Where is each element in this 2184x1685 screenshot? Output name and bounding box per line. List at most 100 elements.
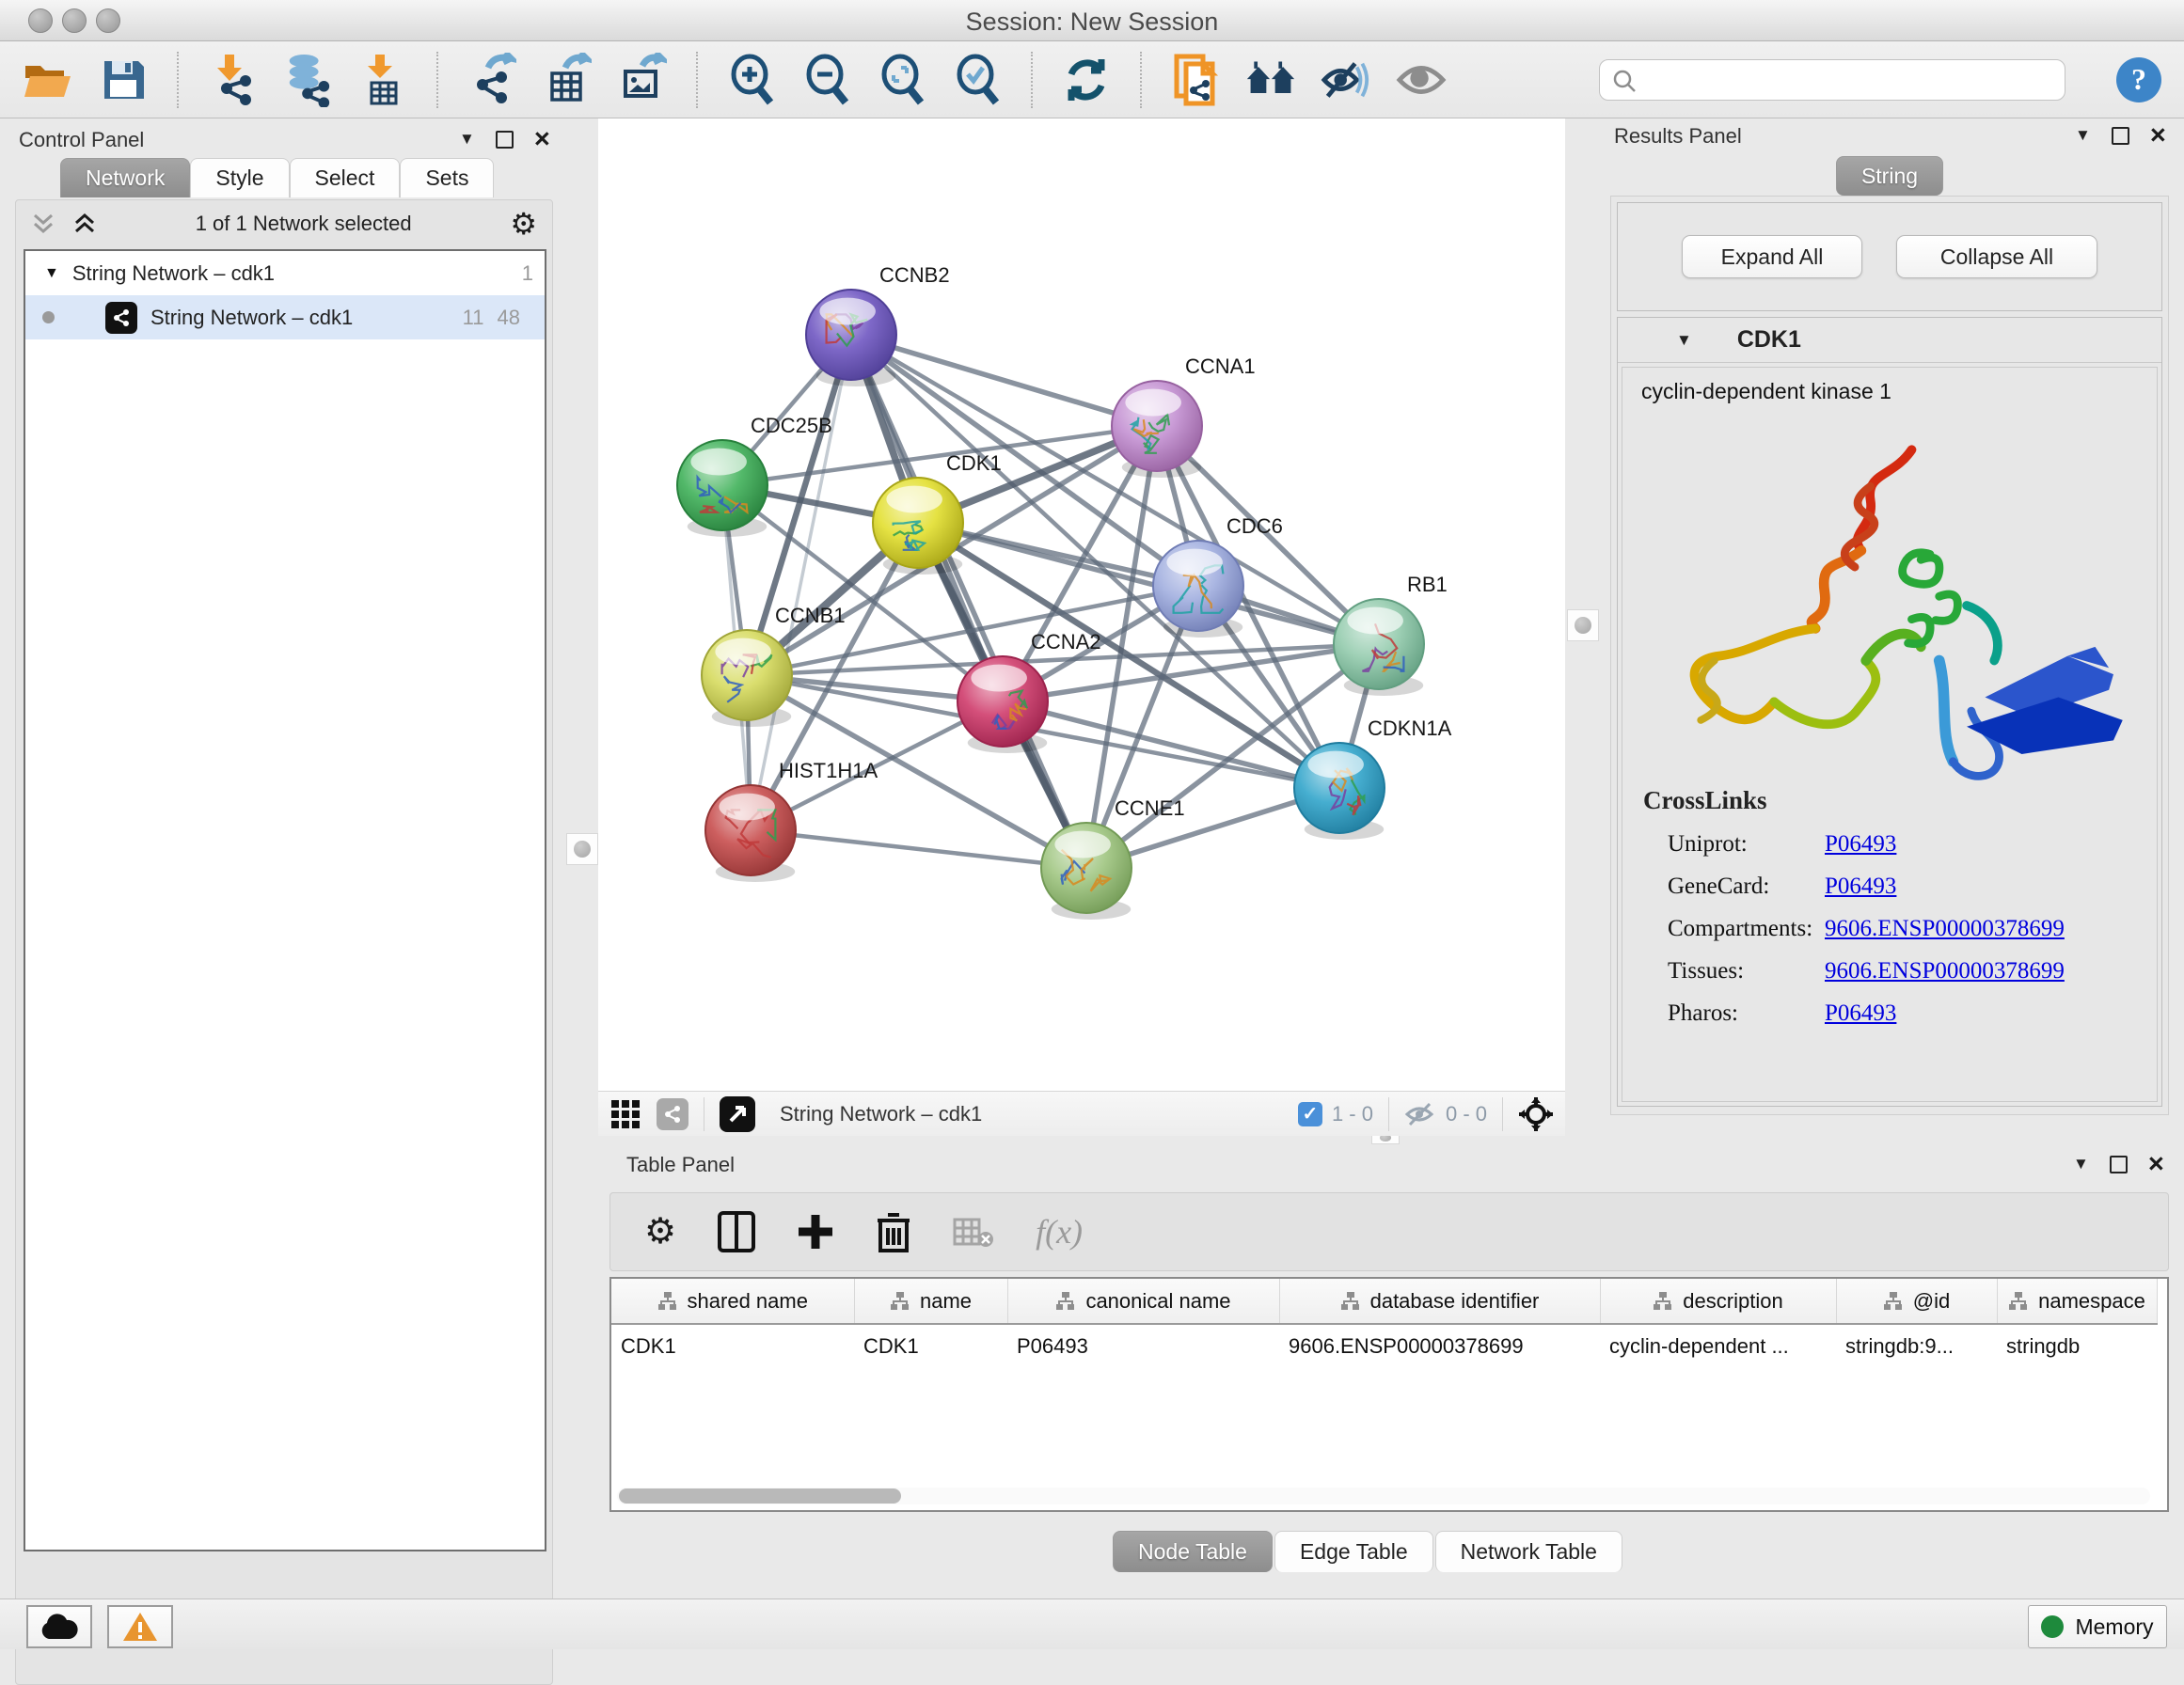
zoom-out-button[interactable] [801, 53, 852, 107]
crosslink-link[interactable]: P06493 [1825, 1000, 1896, 1027]
tab-network[interactable]: Network [60, 158, 190, 197]
add-column-icon[interactable] [797, 1213, 834, 1251]
selected-counts: 1 - 0 [1332, 1102, 1373, 1126]
table-cell[interactable]: stringdb [1997, 1324, 2157, 1367]
network-collection-row[interactable]: ▼ String Network – cdk1 1 [25, 251, 545, 295]
home-views-button[interactable] [1245, 53, 1296, 107]
table-cell[interactable]: CDK1 [611, 1324, 854, 1367]
save-session-button[interactable] [98, 53, 149, 107]
close-panel-icon[interactable]: × [2150, 127, 2166, 145]
network-node-CDK1[interactable]: CDK1 [873, 451, 1002, 575]
close-panel-icon[interactable]: × [534, 131, 550, 149]
tab-select[interactable]: Select [290, 158, 401, 197]
network-node-HIST1H1A[interactable]: HIST1H1A [705, 759, 878, 882]
network-canvas[interactable]: CCNB2CCNA1CDC25BCDK1CDC6RB1CCNB1CCNA2CDK… [598, 118, 1565, 1091]
close-panel-icon[interactable]: × [2148, 1156, 2164, 1173]
expand-all-icon[interactable] [72, 212, 97, 236]
import-network-button[interactable] [207, 53, 258, 107]
column-header-shared-name[interactable]: shared name [611, 1279, 854, 1324]
maximize-panel-icon[interactable] [2110, 1156, 2128, 1173]
tab-string[interactable]: String [1836, 156, 1943, 196]
expand-all-button[interactable]: Expand All [1682, 235, 1862, 278]
table-row[interactable]: CDK1CDK1P064939606.ENSP00000378699cyclin… [611, 1324, 2157, 1367]
help-button[interactable]: ? [2116, 57, 2161, 102]
column-header-canonical-name[interactable]: canonical name [1007, 1279, 1279, 1324]
export-network-button[interactable] [467, 53, 517, 107]
birds-eye-view-icon[interactable] [1518, 1096, 1554, 1132]
table-cell[interactable]: stringdb:9... [1836, 1324, 1997, 1367]
gear-icon[interactable]: ⚙ [510, 209, 537, 239]
maximize-panel-icon[interactable] [2112, 127, 2129, 145]
hide-unselected-button[interactable] [1321, 53, 1371, 107]
float-panel-icon[interactable]: ▼ [2073, 1155, 2089, 1173]
tab-edge-table[interactable]: Edge Table [1274, 1531, 1433, 1572]
import-network-from-database-button[interactable] [282, 53, 333, 107]
grid-view-icon[interactable] [609, 1098, 641, 1130]
network-node-RB1[interactable]: RB1 [1334, 573, 1448, 696]
column-header-description[interactable]: description [1600, 1279, 1836, 1324]
detach-view-icon[interactable] [720, 1096, 755, 1132]
select-columns-icon[interactable] [718, 1211, 755, 1252]
zoom-in-button[interactable] [726, 53, 777, 107]
open-session-button[interactable] [23, 53, 73, 107]
network-edge-CCNB2-HIST1H1A[interactable] [751, 335, 851, 830]
control-panel-tabs: NetworkStyleSelectSets [60, 158, 494, 197]
show-all-button[interactable] [1396, 53, 1447, 107]
collapse-all-icon[interactable] [31, 212, 55, 236]
refresh-button[interactable] [1061, 53, 1112, 107]
maximize-panel-icon[interactable] [496, 131, 514, 149]
delete-column-icon[interactable] [876, 1211, 911, 1252]
table-cell[interactable]: CDK1 [854, 1324, 1007, 1367]
table-settings-gear-icon[interactable]: ⚙ [644, 1214, 676, 1250]
float-panel-icon[interactable]: ▼ [459, 130, 475, 149]
export-image-icon [618, 53, 667, 107]
column-header--id[interactable]: @id [1836, 1279, 1997, 1324]
left-splitter-handle[interactable] [566, 833, 598, 865]
network-edge-HIST1H1A-CCNE1[interactable] [751, 830, 1086, 868]
table-cell[interactable]: 9606.ENSP00000378699 [1279, 1324, 1600, 1367]
float-panel-icon[interactable]: ▼ [2075, 126, 2091, 145]
network-edge-CCNB2-CCNA1[interactable] [851, 335, 1157, 426]
crosslink-link[interactable]: P06493 [1825, 831, 1896, 858]
export-table-button[interactable] [542, 53, 593, 107]
zoom-selected-button[interactable] [952, 53, 1003, 107]
network-row-selected[interactable]: String Network – cdk1 11 48 [25, 295, 545, 339]
tree-expander-icon[interactable]: ▼ [44, 265, 59, 282]
table-horizontal-scrollbar[interactable] [617, 1488, 2150, 1504]
zoom-fit-button[interactable] [877, 53, 927, 107]
column-header-database-identifier[interactable]: database identifier [1279, 1279, 1600, 1324]
warning-button[interactable] [107, 1605, 173, 1648]
tab-network-table[interactable]: Network Table [1435, 1531, 1622, 1572]
network-view-title: String Network – cdk1 [780, 1102, 1283, 1126]
table-cell[interactable]: P06493 [1007, 1324, 1279, 1367]
crosslink-link[interactable]: 9606.ENSP00000378699 [1825, 916, 2065, 942]
network-view-type-icon[interactable] [657, 1098, 688, 1130]
network-node-CDKN1A[interactable]: CDKN1A [1294, 717, 1452, 840]
crosslink-link[interactable]: P06493 [1825, 874, 1896, 900]
column-header-namespace[interactable]: namespace [1997, 1279, 2157, 1324]
table-cell[interactable]: cyclin-dependent ... [1600, 1324, 1836, 1367]
import-table-button[interactable] [357, 53, 408, 107]
entry-expander-icon[interactable]: ▼ [1676, 331, 1692, 350]
cloud-button[interactable] [26, 1605, 92, 1648]
collapse-all-button[interactable]: Collapse All [1896, 235, 2097, 278]
selected-checkbox-icon[interactable]: ✓ [1298, 1102, 1322, 1126]
gene-entry-header[interactable]: ▼ CDK1 [1618, 318, 2161, 363]
tab-node-table[interactable]: Node Table [1113, 1531, 1273, 1572]
tab-style[interactable]: Style [190, 158, 289, 197]
delete-table-icon[interactable] [953, 1216, 994, 1248]
network-node-CCNA1[interactable]: CCNA1 [1112, 354, 1256, 478]
column-header-name[interactable]: name [854, 1279, 1007, 1324]
network-node-CCNB2[interactable]: CCNB2 [806, 263, 950, 386]
function-builder-icon[interactable]: f(x) [1036, 1212, 1083, 1252]
search-input[interactable] [1599, 59, 2065, 101]
export-image-button[interactable] [617, 53, 668, 107]
tab-sets[interactable]: Sets [400, 158, 494, 197]
right-splitter-handle[interactable] [1567, 609, 1599, 641]
memory-button[interactable]: Memory [2028, 1605, 2167, 1648]
network-edge-CDC6-CCNB1[interactable] [747, 586, 1198, 675]
scrollbar-thumb[interactable] [619, 1488, 901, 1504]
copy-network-button[interactable] [1170, 53, 1221, 107]
crosslink-link[interactable]: 9606.ENSP00000378699 [1825, 958, 2065, 984]
network-node-CCNB1[interactable]: CCNB1 [702, 604, 846, 727]
